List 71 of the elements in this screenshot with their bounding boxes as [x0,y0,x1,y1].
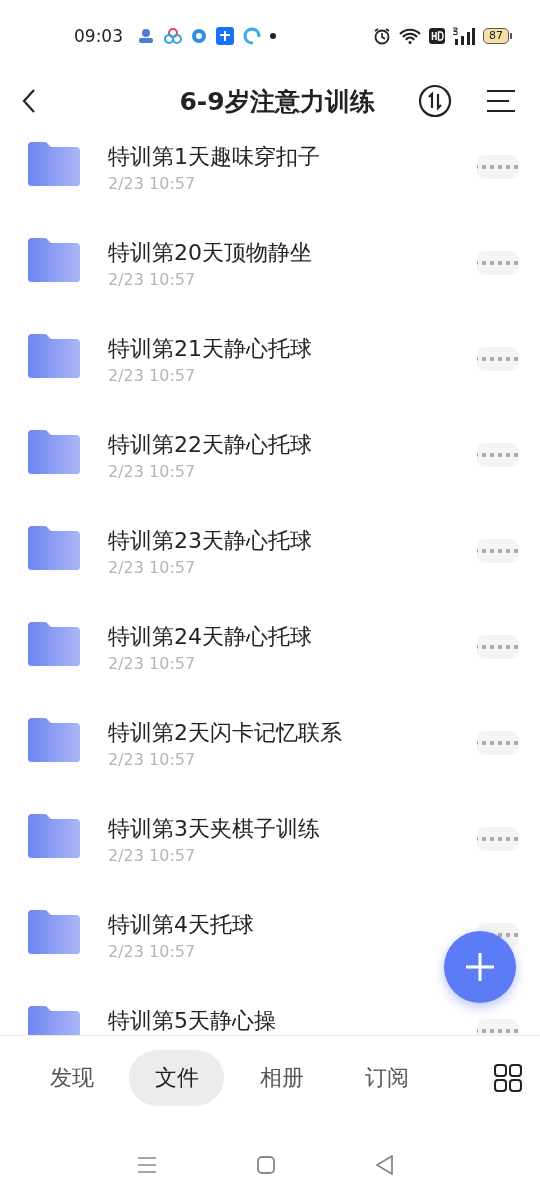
folder-name: 特训第3天夹棋子训练 [108,815,320,843]
folder-row[interactable]: 特训第21天静心托球 2/23 10:57 [0,322,540,418]
folder-date: 2/23 10:57 [108,654,196,673]
folder-name: 特训第22天静心托球 [108,431,312,459]
folder-date: 2/23 10:57 [108,846,196,865]
folder-icon [28,622,80,666]
hd-icon [429,28,445,44]
folder-name: 特训第2天闪卡记忆联系 [108,719,342,747]
folder-date: 2/23 10:57 [108,270,196,289]
folder-name: 特训第21天静心托球 [108,335,312,363]
app-icon [216,27,234,45]
back-nav-button[interactable] [374,1155,394,1175]
folder-date: 2/23 10:57 [108,942,196,961]
page-title: 6-9岁注意力训练 [178,85,376,118]
more-button[interactable] [477,347,519,371]
folder-row[interactable]: 特训第2天闪卡记忆联系 2/23 10:57 [0,706,540,802]
recents-button[interactable] [136,1155,157,1175]
folder-icon [28,238,80,282]
more-button[interactable] [477,731,519,755]
folder-icon [28,910,80,954]
notification-dot-icon [270,33,276,39]
tab[interactable]: 文件 [129,1050,224,1106]
folder-date: 2/23 10:57 [108,750,196,769]
folder-icon [28,814,80,858]
folder-name: 特训第23天静心托球 [108,527,312,555]
tab[interactable]: 发现 [24,1050,119,1106]
more-button[interactable] [477,155,519,179]
status-time: 09:03 [74,26,123,46]
folder-date: 2/23 10:57 [108,558,196,577]
sort-button[interactable] [418,84,452,118]
more-button[interactable] [477,827,519,851]
more-button[interactable] [477,251,519,275]
folder-icon [28,718,80,762]
folder-date: 2/23 10:57 [108,366,196,385]
add-button[interactable] [444,931,516,1003]
folder-name: 特训第20天顶物静坐 [108,239,312,267]
folder-icon [28,430,80,474]
folder-icon [28,334,80,378]
more-button[interactable] [477,443,519,467]
folder-row[interactable]: 特训第3天夹棋子训练 2/23 10:57 [0,802,540,898]
folder-row[interactable]: 特训第22天静心托球 2/23 10:57 [0,418,540,514]
wifi-icon [399,28,421,44]
battery-indicator: 87 [483,28,512,44]
more-button[interactable] [477,635,519,659]
app-icon [191,28,207,44]
folder-row[interactable]: 特训第23天静心托球 2/23 10:57 [0,514,540,610]
cellular-signal-icon [453,27,475,45]
app-icon [164,27,182,45]
alarm-icon [373,27,391,45]
back-button[interactable] [22,88,36,114]
folder-row[interactable]: 特训第24天静心托球 2/23 10:57 [0,610,540,706]
folder-name: 特训第4天托球 [108,911,254,939]
folder-icon [28,526,80,570]
app-icon [243,27,261,45]
folder-date: 2/23 10:57 [108,462,196,481]
app-icon [137,27,155,45]
more-button[interactable] [477,539,519,563]
folder-row[interactable]: 特训第1天趣味穿扣子 2/23 10:57 [0,130,540,226]
tab[interactable]: 订阅 [339,1050,434,1106]
folder-name: 特训第24天静心托球 [108,623,312,651]
folder-row[interactable]: 特训第5天静心操 [0,994,540,1035]
menu-button[interactable] [486,89,516,113]
grid-button[interactable] [494,1064,522,1092]
folder-name: 特训第1天趣味穿扣子 [108,143,320,171]
folder-icon [28,142,80,186]
home-button[interactable] [256,1156,275,1174]
folder-name: 特训第5天静心操 [108,1007,276,1035]
folder-row[interactable]: 特训第20天顶物静坐 2/23 10:57 [0,226,540,322]
folder-date: 2/23 10:57 [108,174,196,193]
tab[interactable]: 相册 [234,1050,329,1106]
plus-icon[interactable] [465,952,495,982]
